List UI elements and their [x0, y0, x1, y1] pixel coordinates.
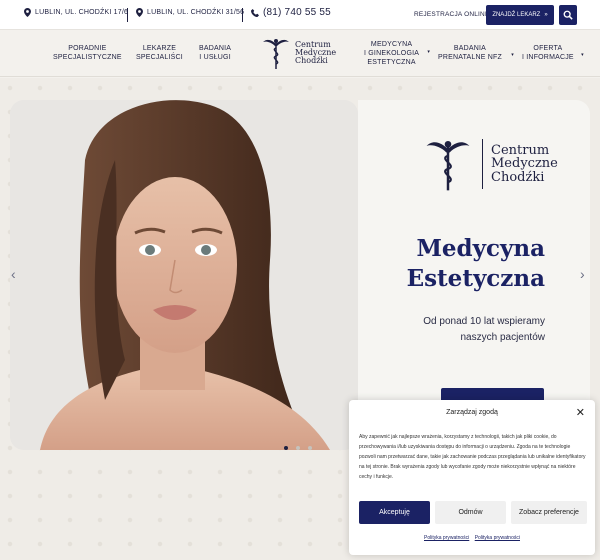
address-1-text: LUBLIN, UL. CHODŹKI 17/6 — [35, 9, 129, 16]
find-doctor-button[interactable]: ZNAJDŹ LEKARZ » — [486, 5, 554, 25]
site-logo[interactable]: Centrum Medyczne Chodźki — [261, 36, 336, 70]
address-2-text: LUBLIN, UL. CHODŹKI 31/56 — [147, 9, 245, 16]
hero-image — [10, 100, 358, 450]
hero-subtitle-line: Od ponad 10 lat wspieramy — [423, 316, 545, 327]
woman-portrait-image — [10, 100, 358, 450]
nav-item-oferta[interactable]: OFERTA I INFORMACJE ▾ — [522, 44, 584, 62]
deny-button[interactable]: Odmów — [435, 501, 506, 524]
nav-label: OFERTA — [533, 45, 563, 52]
policy-links: Polityka prywatności Polityka prywatnośc… — [349, 535, 595, 541]
nav-label: PRENATALNE NFZ — [438, 54, 502, 61]
nav-label: LEKARZE — [142, 45, 177, 52]
divider — [482, 139, 483, 189]
divider — [242, 8, 243, 22]
consent-title: Zarządzaj zgodą — [446, 409, 498, 416]
chevron-left-icon[interactable]: ‹ — [11, 266, 16, 282]
logo-line: Centrum — [491, 142, 550, 158]
logo-wordmark: Centrum Medyczne Chodźki — [491, 144, 558, 185]
search-button[interactable] — [559, 5, 577, 25]
nav-item-badania[interactable]: BADANIA I USŁUGI — [199, 44, 231, 62]
phone-number: (81) 740 55 55 — [263, 7, 331, 18]
logo-wordmark: Centrum Medyczne Chodźki — [295, 41, 336, 65]
main-nav: PORADNIE SPECJALISTYCZNE LEKARZE SPECJAL… — [0, 31, 600, 77]
slider-dots — [284, 446, 312, 450]
hero-title-line: Medycyna — [416, 235, 545, 262]
find-doctor-label: ZNAJDŹ LEKARZ — [492, 12, 541, 18]
phone-link[interactable]: (81) 740 55 55 — [251, 7, 331, 18]
address-1[interactable]: LUBLIN, UL. CHODŹKI 17/6 — [24, 8, 128, 17]
logo-line: Chodźki — [491, 169, 545, 185]
hero-subtitle-line: naszych pacjentów — [460, 332, 546, 343]
location-pin-icon — [136, 8, 143, 17]
divider — [127, 8, 128, 22]
nav-item-prenatalne[interactable]: BADANIA PRENATALNE NFZ ▾ — [438, 44, 514, 62]
address-2[interactable]: LUBLIN, UL. CHODŹKI 31/56 — [136, 8, 244, 17]
slider-dot[interactable] — [284, 446, 288, 450]
nav-label: PORADNIE — [68, 45, 107, 52]
nav-label: BADANIA — [453, 45, 487, 52]
chevron-down-icon: ▾ — [581, 52, 584, 58]
hero-subtitle: Od ponad 10 lat wspieramy naszych pacjen… — [400, 314, 545, 346]
privacy-policy-link[interactable]: Polityka prywatności — [475, 535, 520, 541]
nav-label: SPECJALIŚCI — [136, 54, 183, 61]
cookie-consent-dialog: Zarządzaj zgodą ✕ Aby zapewnić jak najle… — [349, 400, 595, 555]
chevron-down-icon: ▾ — [511, 52, 514, 58]
registration-label: REJESTRACJA ONLINE: — [414, 11, 492, 18]
privacy-policy-link[interactable]: Polityka prywatności — [424, 535, 469, 541]
consent-text: Aby zapewnić jak najlepsze wrażenia, kor… — [359, 434, 586, 480]
nav-label: BADANIA — [199, 45, 232, 52]
double-chevron-right-icon: » — [544, 12, 548, 18]
accept-button[interactable]: Akceptuję — [359, 501, 430, 524]
nav-label: ESTETYCZNA — [367, 59, 416, 66]
nav-label: I GINEKOLOGIA — [364, 50, 420, 57]
nav-item-medycyna[interactable]: MEDYCYNA I GINEKOLOGIA ESTETYCZNA ▾ — [364, 40, 430, 67]
nav-item-poradnie[interactable]: PORADNIE SPECJALISTYCZNE — [53, 44, 122, 62]
logo-line: Medyczne — [491, 156, 558, 172]
nav-label: MEDYCYNA — [370, 41, 413, 48]
logo-line: Chodźki — [295, 56, 328, 65]
search-icon — [563, 10, 573, 20]
nav-label: SPECJALISTYCZNE — [53, 54, 122, 61]
caduceus-logo-icon — [263, 39, 289, 69]
top-bar: LUBLIN, UL. CHODŹKI 17/6 LUBLIN, UL. CHO… — [0, 0, 600, 30]
nav-item-lekarze[interactable]: LEKARZE SPECJALIŚCI — [136, 44, 183, 62]
chevron-down-icon: ▾ — [427, 49, 431, 55]
hero-title: Medycyna Estetyczna — [400, 234, 545, 294]
nav-label: I INFORMACJE — [522, 54, 574, 61]
phone-icon — [251, 8, 259, 17]
close-icon[interactable]: ✕ — [576, 406, 585, 419]
hero-title-line: Estetyczna — [406, 265, 545, 292]
location-pin-icon — [24, 8, 31, 17]
slider-dot[interactable] — [296, 446, 300, 450]
chevron-right-icon[interactable]: › — [580, 266, 585, 282]
slider-dot[interactable] — [308, 446, 312, 450]
caduceus-logo-icon — [426, 140, 470, 191]
preferences-button[interactable]: Zobacz preferencje — [511, 501, 587, 524]
hero-logo: Centrum Medyczne Chodźki — [422, 136, 558, 192]
nav-label: I USŁUGI — [199, 54, 231, 61]
